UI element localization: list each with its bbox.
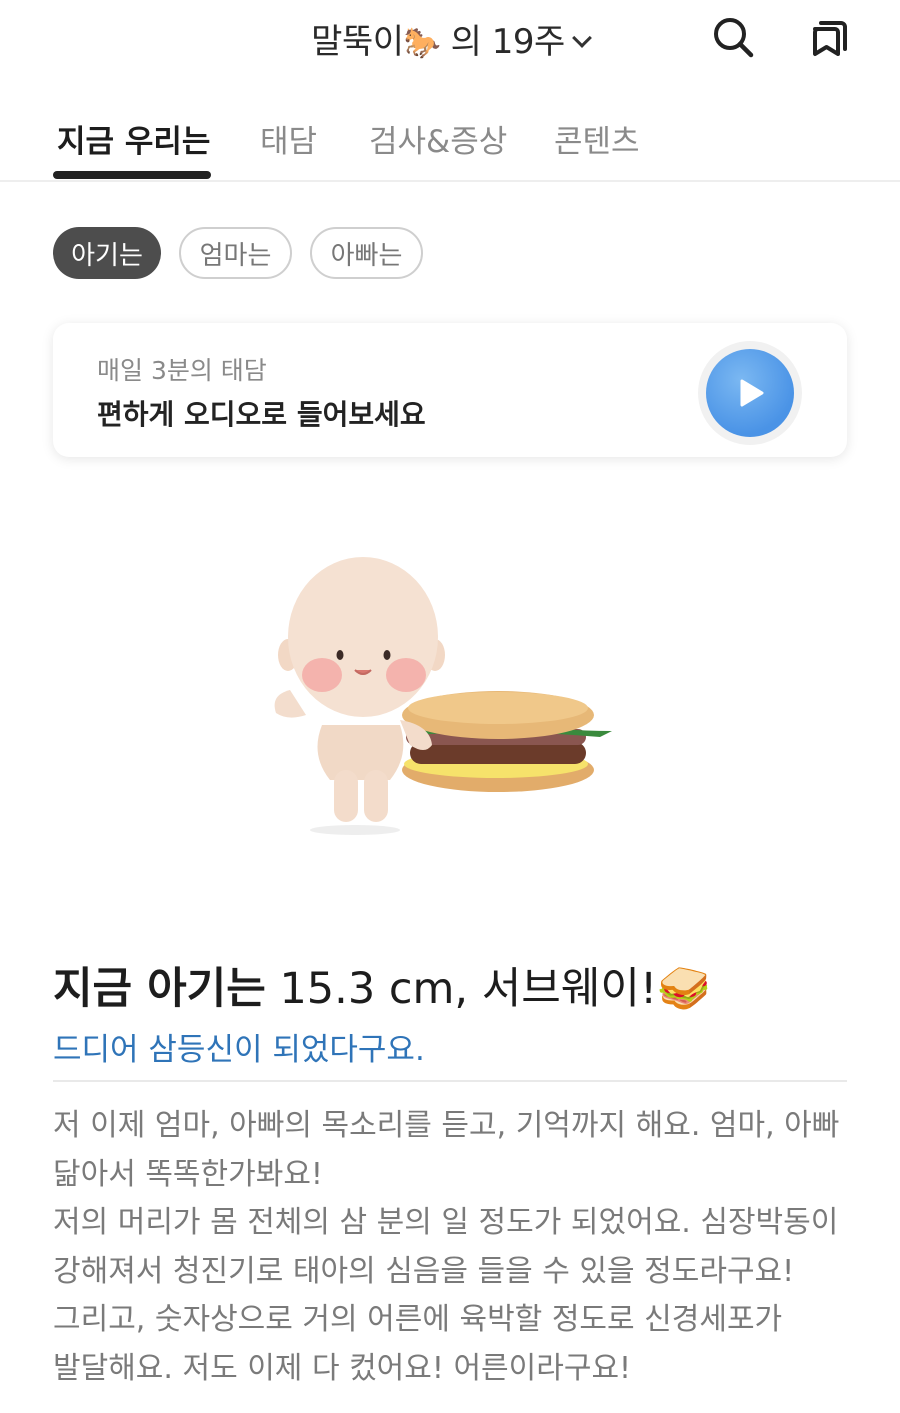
week-label: 의 19주: [440, 22, 566, 62]
library-button[interactable]: [806, 14, 852, 60]
chip-dad[interactable]: 아빠는: [310, 227, 423, 279]
audio-card[interactable]: 매일 3분의 태담 편하게 오디오로 들어보세요: [53, 323, 847, 457]
pet-name: 말뚝이: [311, 22, 404, 62]
baby-subheading: 드디어 삼등신이 되었다구요.: [53, 1032, 425, 1068]
tab-tests-symptoms[interactable]: 검사&증상: [369, 116, 507, 161]
baby-description: 저 이제 엄마, 아빠의 목소리를 듣고, 기억까지 해요. 엄마, 아빠 닮아…: [53, 1108, 840, 1386]
baby-character: [274, 557, 445, 835]
baby-size-heading: 지금 아기는 15.3 cm, 서브웨이!🥪: [53, 954, 711, 1016]
horse-emoji: 🐎: [403, 26, 441, 61]
baby-with-sandwich-illustration: [274, 557, 612, 835]
chevron-down-icon: [571, 28, 592, 48]
search-button[interactable]: [710, 14, 756, 60]
top-bar: 말뚝이🐎 의 19주: [0, 0, 900, 82]
play-button[interactable]: [698, 341, 802, 445]
divider: [53, 1080, 847, 1082]
sandwich-emoji: 🥪: [657, 964, 711, 1014]
week-selector[interactable]: 말뚝이🐎 의 19주: [0, 14, 900, 63]
active-tab-indicator: [53, 171, 211, 179]
heading-value: 15.3 cm, 서브웨이!: [279, 964, 658, 1014]
chip-mom[interactable]: 엄마는: [179, 227, 292, 279]
copy-stack-icon: [813, 21, 847, 56]
tab-taedam[interactable]: 태담: [260, 116, 317, 161]
tab-contents[interactable]: 콘텐츠: [554, 116, 640, 161]
audio-card-title: 편하게 오디오로 들어보세요: [97, 398, 426, 431]
tab-now[interactable]: 지금 우리는: [57, 116, 210, 161]
heading-label: 지금 아기는: [53, 964, 266, 1014]
search-icon: [714, 18, 754, 58]
play-icon: [740, 379, 764, 407]
chip-baby[interactable]: 아기는: [53, 227, 161, 279]
sandwich-image: [402, 691, 612, 792]
tab-bar: 지금 우리는 태담 검사&증상 콘텐츠: [0, 98, 900, 182]
audio-card-subtitle: 매일 3분의 태담: [97, 356, 267, 385]
play-button-circle: [706, 349, 794, 437]
